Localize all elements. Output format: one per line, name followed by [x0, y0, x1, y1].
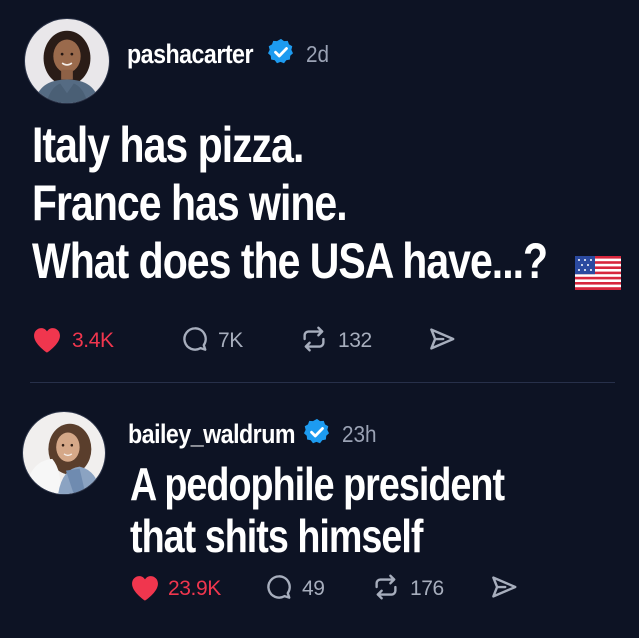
send-icon: [426, 324, 458, 359]
comment-button[interactable]: 49: [264, 572, 370, 607]
repost-icon: [370, 572, 402, 607]
comment-icon: [264, 572, 294, 607]
avatar-bailey_waldrum[interactable]: [22, 411, 106, 495]
repost-button[interactable]: 176: [370, 572, 488, 607]
repost-count: 176: [410, 577, 444, 600]
thread-screenshot: pashacarter 2d Italy has pizza. France h…: [0, 0, 639, 638]
repost-button[interactable]: 132: [298, 324, 426, 359]
avatar-image: [25, 19, 109, 103]
post-text: A pedophile president that shits himself: [130, 458, 586, 562]
post-line-2: that shits himself: [130, 510, 423, 562]
post-line-1: A pedophile president: [130, 458, 505, 510]
verified-badge-icon: [302, 417, 332, 452]
comment-count: 7K: [218, 329, 243, 352]
repost-count: 132: [338, 329, 372, 352]
send-icon: [488, 572, 520, 607]
post-actions: 23.9K 49 176: [128, 572, 520, 606]
post-line-3: What does the USA have...?: [32, 233, 548, 289]
post-line-1: Italy has pizza.: [32, 117, 304, 173]
verified-badge-icon: [266, 37, 296, 72]
heart-icon: [30, 324, 64, 359]
comment-count: 49: [302, 577, 325, 600]
heart-icon: [128, 572, 162, 607]
repost-icon: [298, 324, 330, 359]
like-count: 3.4K: [72, 329, 114, 352]
like-button[interactable]: 23.9K: [128, 572, 264, 607]
avatar-image: [23, 412, 105, 494]
post-divider: [30, 382, 615, 383]
avatar-pashacarter[interactable]: [24, 18, 110, 104]
comment-icon: [180, 324, 210, 359]
like-count: 23.9K: [168, 577, 221, 600]
timestamp[interactable]: 23h: [342, 421, 377, 448]
post-line-2: France has wine.: [32, 175, 348, 231]
share-button[interactable]: [488, 572, 520, 607]
us-flag-icon: [575, 256, 621, 290]
comment-button[interactable]: 7K: [180, 324, 298, 359]
post-actions: 3.4K 7K 132: [30, 324, 458, 358]
username[interactable]: bailey_waldrum: [128, 419, 296, 450]
share-button[interactable]: [426, 324, 458, 359]
post-text: Italy has pizza. France has wine. What d…: [32, 116, 639, 290]
timestamp[interactable]: 2d: [306, 41, 329, 68]
like-button[interactable]: 3.4K: [30, 324, 180, 359]
username[interactable]: pashacarter: [127, 39, 254, 70]
